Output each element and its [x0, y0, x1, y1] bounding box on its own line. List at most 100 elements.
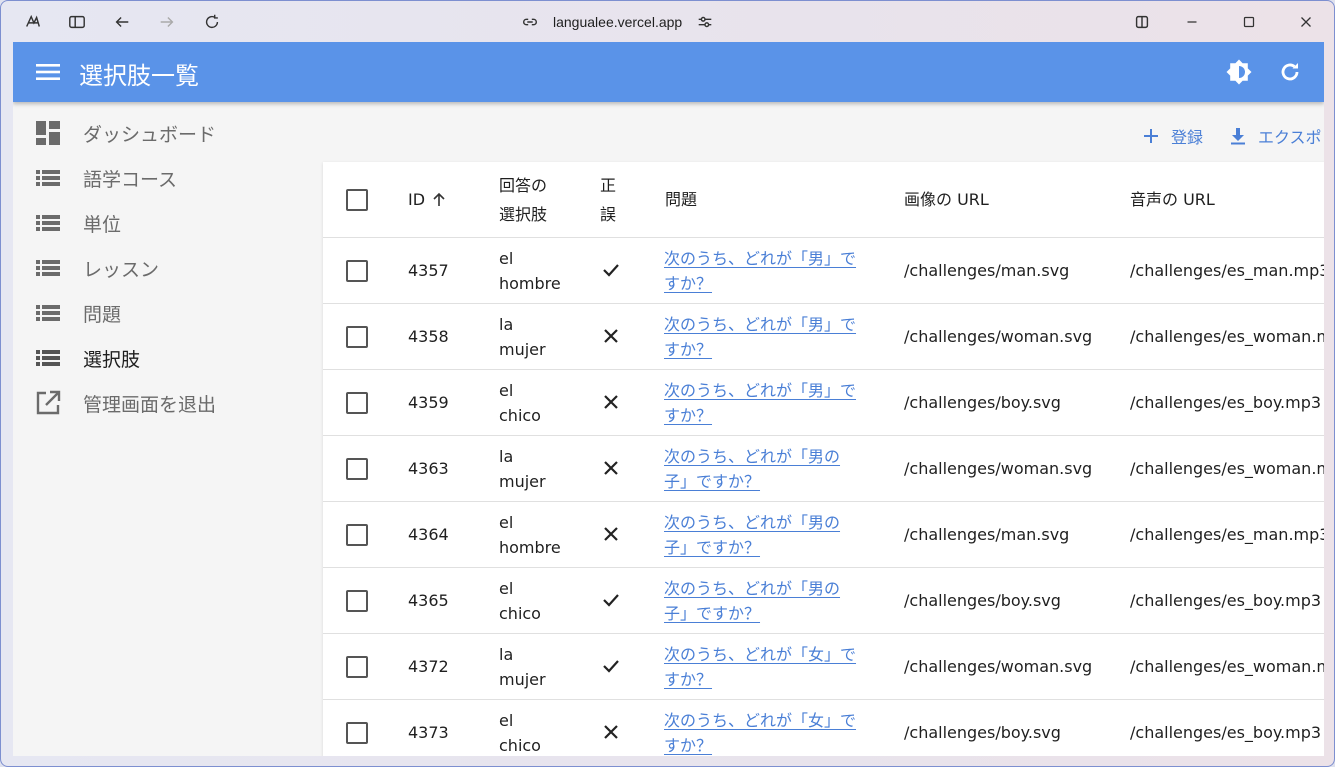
row-checkbox[interactable]: [346, 656, 368, 678]
cell-challenge: 次のうち、どれが「男の子」ですか？: [664, 576, 864, 626]
cell-text-line: la: [499, 447, 514, 466]
create-button[interactable]: 登録: [1141, 124, 1203, 148]
site-settings-icon[interactable]: [696, 13, 714, 31]
column-header-text[interactable]: 回答の 選択肢: [499, 171, 547, 229]
refresh-icon[interactable]: [1276, 58, 1304, 86]
check-icon: [601, 260, 621, 287]
sidebar-item-label: 選択肢: [83, 348, 141, 371]
column-header-audio[interactable]: 音声の URL: [1130, 185, 1215, 214]
cell-text: el hombre: [499, 246, 561, 296]
list-icon: [35, 255, 61, 281]
sidebar-item-options[interactable]: 選択肢: [35, 343, 140, 373]
list-icon: [35, 210, 61, 236]
page-title: 選択肢一覧: [79, 62, 199, 90]
cross-icon: [601, 458, 621, 485]
challenge-link[interactable]: 次のうち、どれが「女」ですか？: [664, 708, 864, 756]
table-row[interactable]: 4357 el hombre 次のうち、どれが「男」ですか？ /challenges/m…: [323, 238, 1324, 304]
minimize-icon[interactable]: [1179, 9, 1205, 35]
table-row[interactable]: 4373 el chico 次のうち、どれが「女」ですか？ /challenges/bo…: [323, 700, 1324, 756]
menu-icon[interactable]: [35, 60, 61, 84]
row-checkbox[interactable]: [346, 458, 368, 480]
sidebar-item-challenges[interactable]: 問題: [35, 298, 121, 328]
row-checkbox[interactable]: [346, 590, 368, 612]
column-header-challenge[interactable]: 問題: [665, 185, 697, 214]
sidebar-item-dashboard[interactable]: ダッシュボード: [35, 118, 216, 148]
address-bar[interactable]: langualee.vercel.app: [521, 10, 714, 34]
sidebar-item-logout[interactable]: 管理画面を退出: [35, 388, 216, 418]
list-icon: [35, 165, 61, 191]
challenge-link[interactable]: 次のうち、どれが「女」ですか？: [664, 642, 864, 692]
row-checkbox[interactable]: [346, 524, 368, 546]
back-arrow-icon[interactable]: [109, 9, 135, 35]
cell-text: la mujer: [499, 312, 546, 362]
table-row[interactable]: 4365 el chico 次のうち、どれが「男の子」ですか？ /challenges/…: [323, 568, 1324, 634]
column-header-image[interactable]: 画像の URL: [904, 185, 989, 214]
column-header-id[interactable]: ID: [408, 185, 447, 214]
cell-image-url: /challenges/boy.svg: [904, 723, 1061, 742]
cell-audio-url: /challenges/es_woman.mp3: [1130, 459, 1324, 478]
forward-arrow-icon[interactable]: [154, 9, 180, 35]
tabs-icon[interactable]: [1129, 9, 1155, 35]
sidebar-item-label: 単位: [83, 213, 122, 236]
theme-toggle-icon[interactable]: [1225, 58, 1253, 86]
cross-icon: [601, 722, 621, 749]
table-row[interactable]: 4358 la mujer 次のうち、どれが「男」ですか？ /challenges/wo…: [323, 304, 1324, 370]
sidebar-item-units[interactable]: 単位: [35, 208, 121, 238]
cross-icon: [601, 524, 621, 551]
cell-text: el chico: [499, 378, 541, 428]
challenge-link[interactable]: 次のうち、どれが「男の子」ですか？: [664, 576, 864, 626]
header-line: 誤: [600, 205, 617, 224]
row-checkbox[interactable]: [346, 392, 368, 414]
link-icon: [523, 18, 537, 26]
challenge-link[interactable]: 次のうち、どれが「男の子」ですか？: [664, 510, 864, 560]
challenge-link[interactable]: 次のうち、どれが「男」ですか？: [664, 246, 864, 296]
table-row[interactable]: 4364 el hombre 次のうち、どれが「男の子」ですか？ /challenges…: [323, 502, 1324, 568]
admin-app: 選択肢一覧 ダッシュボード 語学コース 単位 レッスン 問題 選択肢 管理画面を…: [13, 42, 1324, 756]
cell-id: 4365: [408, 591, 449, 610]
sidebar-item-label: 語学コース: [83, 168, 178, 191]
table-row[interactable]: 4372 la mujer 次のうち、どれが「女」ですか？ /challenges/wo…: [323, 634, 1324, 700]
cell-id: 4373: [408, 723, 449, 742]
reload-icon[interactable]: [199, 9, 225, 35]
row-checkbox[interactable]: [346, 722, 368, 744]
cell-audio-url: /challenges/es_woman.mp3: [1130, 327, 1324, 346]
cell-text-line: el: [499, 381, 514, 400]
cell-text: el chico: [499, 708, 541, 756]
sidebar-item-courses[interactable]: 語学コース: [35, 163, 177, 193]
close-icon[interactable]: [1293, 9, 1319, 35]
cell-challenge: 次のうち、どれが「女」ですか？: [664, 708, 864, 756]
row-checkbox[interactable]: [346, 326, 368, 348]
column-header-correct[interactable]: 正 誤: [600, 171, 616, 229]
header-line: 選択肢: [499, 205, 548, 224]
cell-id: 4358: [408, 327, 449, 346]
sidebar-toggle-icon[interactable]: [64, 9, 90, 35]
cell-image-url: /challenges/woman.svg: [904, 327, 1093, 346]
cell-challenge: 次のうち、どれが「男の子」ですか？: [664, 444, 864, 494]
challenge-link[interactable]: 次のうち、どれが「男の子」ですか？: [664, 444, 864, 494]
list-icon: [35, 345, 61, 371]
maximize-icon[interactable]: [1236, 9, 1262, 35]
challenge-link[interactable]: 次のうち、どれが「男」ですか？: [664, 378, 864, 428]
cell-id: 4372: [408, 657, 449, 676]
select-all-checkbox[interactable]: [346, 189, 368, 211]
cell-image-url: /challenges/man.svg: [904, 261, 1070, 280]
cell-image-url: /challenges/man.svg: [904, 525, 1070, 544]
challenge-link[interactable]: 次のうち、どれが「男」ですか？: [664, 312, 864, 362]
column-header-id-label: ID: [408, 190, 426, 209]
browser-logo-icon[interactable]: [20, 9, 46, 35]
cell-text-line: mujer: [499, 670, 546, 689]
cell-audio-url: /challenges/es_boy.mp3: [1130, 723, 1322, 742]
cell-text-line: chico: [499, 604, 541, 623]
sidebar-item-lessons[interactable]: レッスン: [35, 253, 159, 283]
export-button[interactable]: エクスポ: [1228, 124, 1322, 148]
cell-audio-url: /challenges/es_boy.mp3: [1130, 591, 1322, 610]
data-table: ID 回答の 選択肢 正 誤 問題 画像の URL 音声の URL 4357 el…: [323, 162, 1324, 756]
table-row[interactable]: 4363 la mujer 次のうち、どれが「男の子」ですか？ /challenges/…: [323, 436, 1324, 502]
row-checkbox[interactable]: [346, 260, 368, 282]
cell-text: el chico: [499, 576, 541, 626]
cell-challenge: 次のうち、どれが「男」ですか？: [664, 312, 864, 362]
sort-ascending-icon: [433, 192, 445, 206]
cell-id: 4357: [408, 261, 449, 280]
table-row[interactable]: 4359 el chico 次のうち、どれが「男」ですか？ /challenges/bo…: [323, 370, 1324, 436]
cell-text-line: la: [499, 645, 514, 664]
